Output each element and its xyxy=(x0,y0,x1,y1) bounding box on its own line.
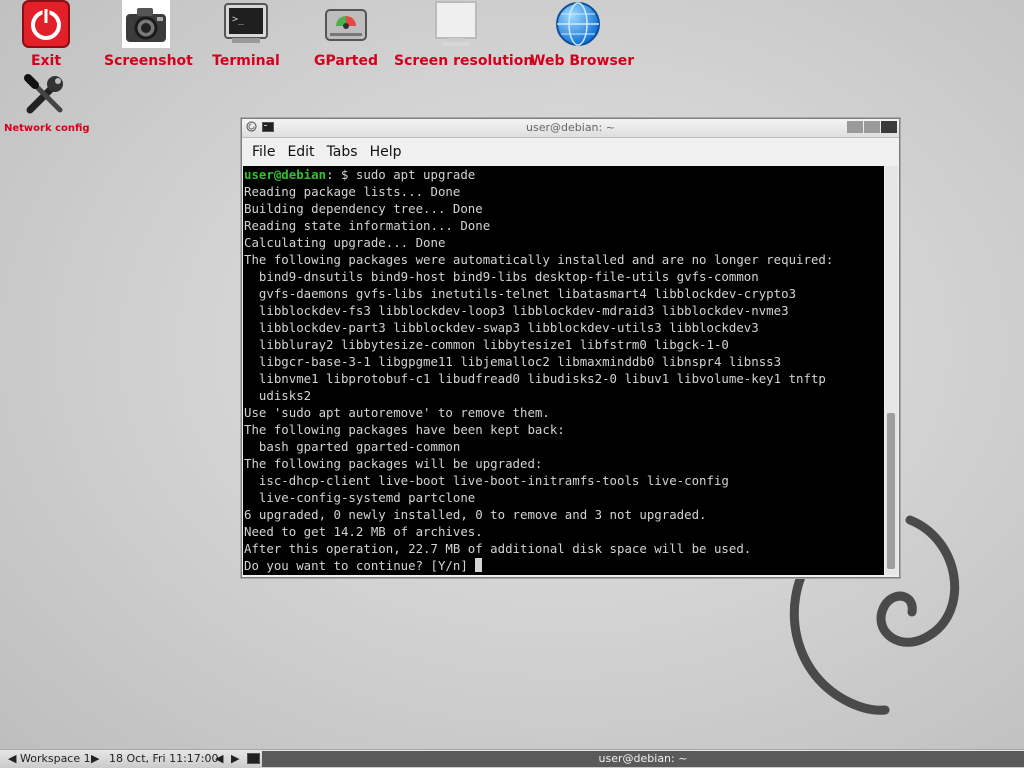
desktop-icon-label: Network config xyxy=(4,123,90,134)
power-icon xyxy=(22,0,70,48)
desktop-icon-exit[interactable]: Exit xyxy=(14,0,78,69)
taskbar: ◀ Workspace 1 ▶ 18 Oct, Fri 11:17:00 ◀ ▶… xyxy=(0,749,1024,768)
clock[interactable]: 18 Oct, Fri 11:17:00 xyxy=(109,752,219,765)
terminal-line: bind9-dnsutils bind9-host bind9-libs des… xyxy=(244,269,759,284)
menu-tabs[interactable]: Tabs xyxy=(321,144,364,160)
terminal-output[interactable]: user@debian: $ sudo apt upgrade Reading … xyxy=(243,166,884,575)
desktop-icon-label: Screenshot xyxy=(104,53,193,69)
svg-text:>_: >_ xyxy=(232,14,245,25)
prompt-command: : $ sudo apt upgrade xyxy=(326,167,476,182)
terminal-scrollbar[interactable] xyxy=(885,166,898,575)
terminal-line: Need to get 14.2 MB of archives. xyxy=(244,524,483,539)
terminal-line: 6 upgraded, 0 newly installed, 0 to remo… xyxy=(244,507,707,522)
terminal-line: gvfs-daemons gvfs-libs inetutils-telnet … xyxy=(244,286,797,301)
terminal-line: libgcr-base-3-1 libgpgme11 libjemalloc2 … xyxy=(244,354,782,369)
desktop-icon-terminal[interactable]: >_ Terminal xyxy=(211,0,281,69)
menubar: File Edit Tabs Help xyxy=(242,138,899,166)
desktop-icon-label: GParted xyxy=(314,53,378,69)
desktop-icon-label: Exit xyxy=(30,53,62,69)
wrench-screwdriver-icon xyxy=(22,72,70,120)
terminal-icon: >_ xyxy=(222,0,270,48)
terminal-line: After this operation, 22.7 MB of additio… xyxy=(244,541,752,556)
terminal-line: bash gparted gparted-common xyxy=(244,439,461,454)
terminal-line: libblockdev-fs3 libblockdev-loop3 libblo… xyxy=(244,303,789,318)
terminal-window[interactable]: user@debian: ~ File Edit Tabs Help user@… xyxy=(241,118,900,578)
minimize-button[interactable] xyxy=(847,121,863,133)
menu-file[interactable]: File xyxy=(246,144,281,160)
prompt-user: user@debian xyxy=(244,167,327,182)
terminal-last-line: Do you want to continue? [Y/n] xyxy=(244,558,476,573)
desktop-icon-screenshot[interactable]: Screenshot xyxy=(104,0,193,69)
maximize-button[interactable] xyxy=(864,121,880,133)
text-cursor xyxy=(475,558,483,572)
desktop-icon-gparted[interactable]: GParted xyxy=(311,0,381,69)
menu-edit[interactable]: Edit xyxy=(281,144,320,160)
desktop-icon-screen-resolution[interactable]: Screen resolution xyxy=(394,0,534,69)
terminal-line: udisks2 xyxy=(244,388,312,403)
terminal-line: isc-dhcp-client live-boot live-boot-init… xyxy=(244,473,729,488)
globe-icon xyxy=(554,0,602,48)
menu-help[interactable]: Help xyxy=(364,144,408,160)
terminal-line: The following packages were automaticall… xyxy=(244,252,834,267)
terminal-line: Calculating upgrade... Done xyxy=(244,235,446,250)
terminal-task-icon xyxy=(247,753,260,764)
workspace-label[interactable]: Workspace 1 xyxy=(20,752,91,765)
desktop-icon-label: Screen resolution xyxy=(394,53,534,69)
monitor-icon xyxy=(432,0,480,48)
task-next-icon[interactable]: ▶ xyxy=(231,752,239,765)
terminal-line: libbluray2 libbytesize-common libbytesiz… xyxy=(244,337,729,352)
scrollbar-thumb[interactable] xyxy=(887,413,895,569)
terminal-line: live-config-systemd partclone xyxy=(244,490,476,505)
desktop-icon-network-config[interactable]: Network config xyxy=(4,72,90,134)
terminal-text: user@debian: $ sudo apt upgrade Reading … xyxy=(243,166,884,574)
ibeam-cursor-icon xyxy=(646,424,652,442)
desktop-icon-label: Terminal xyxy=(212,53,280,69)
terminal-line: Reading state information... Done xyxy=(244,218,491,233)
gparted-disk-icon xyxy=(322,0,370,48)
terminal-line: The following packages will be upgraded: xyxy=(244,456,543,471)
desktop-icon-label: Web Browser xyxy=(530,53,635,69)
window-title: user@debian: ~ xyxy=(526,121,615,134)
close-button[interactable] xyxy=(881,121,897,133)
window-titlebar[interactable]: user@debian: ~ xyxy=(242,119,899,138)
desktop-icon-web-browser[interactable]: Web Browser xyxy=(530,0,635,69)
terminal-line: libblockdev-part3 libblockdev-swap3 libb… xyxy=(244,320,759,335)
taskbar-task-terminal[interactable]: user@debian: ~ xyxy=(262,751,1024,767)
terminal-line: The following packages have been kept ba… xyxy=(244,422,565,437)
workspace-prev-icon[interactable]: ◀ xyxy=(8,752,16,765)
workspace-next-icon[interactable]: ▶ xyxy=(91,752,99,765)
terminal-line: Reading package lists... Done xyxy=(244,184,461,199)
terminal-line: Use 'sudo apt autoremove' to remove them… xyxy=(244,405,550,420)
terminal-line: libnvme1 libprotobuf-c1 libudfread0 libu… xyxy=(244,371,826,386)
camera-icon xyxy=(122,0,170,48)
terminal-line: Building dependency tree... Done xyxy=(244,201,483,216)
task-prev-icon[interactable]: ◀ xyxy=(215,752,223,765)
